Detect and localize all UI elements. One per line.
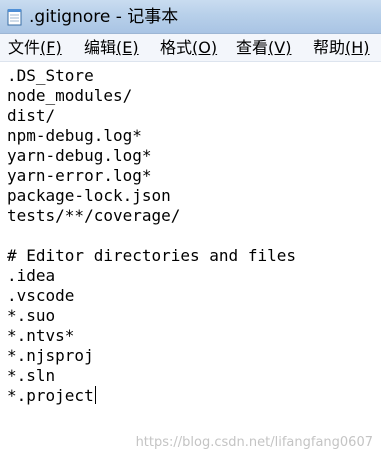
menu-help-label: 帮助 bbox=[313, 38, 346, 57]
editor-line: *.njsproj bbox=[7, 346, 94, 365]
menu-format-accel: (O) bbox=[192, 38, 218, 57]
menu-bar: 文件(F) 编辑(E) 格式(O) 查看(V) 帮助(H) bbox=[0, 34, 381, 62]
editor-line: *.suo bbox=[7, 306, 56, 325]
menu-view-label: 查看 bbox=[236, 38, 269, 57]
editor-line: node_modules/ bbox=[7, 86, 133, 105]
editor-line: .vscode bbox=[7, 286, 75, 305]
menu-view-accel: (V) bbox=[268, 38, 292, 57]
window-title: .gitignore - 记事本 bbox=[29, 7, 179, 27]
watermark: https://blog.csdn.net/lifangfang0607 bbox=[135, 435, 373, 450]
menu-help[interactable]: 帮助(H) bbox=[313, 37, 370, 59]
editor-line: yarn-debug.log* bbox=[7, 146, 152, 165]
menu-file[interactable]: 文件(F) bbox=[8, 37, 62, 59]
menu-help-accel: (H) bbox=[345, 38, 370, 57]
editor-line: dist/ bbox=[7, 106, 56, 125]
editor-line-text: *.project bbox=[7, 386, 94, 405]
menu-file-label: 文件 bbox=[8, 38, 41, 57]
text-editor[interactable]: .DS_Store node_modules/ dist/ npm-debug.… bbox=[0, 62, 381, 460]
menu-format-label: 格式 bbox=[160, 38, 193, 57]
title-bar[interactable]: .gitignore - 记事本 bbox=[0, 0, 381, 34]
editor-line: package-lock.json bbox=[7, 186, 171, 205]
menu-edit-label: 编辑 bbox=[84, 38, 117, 57]
editor-line: .idea bbox=[7, 266, 56, 285]
menu-format[interactable]: 格式(O) bbox=[160, 37, 217, 59]
notepad-icon bbox=[7, 9, 22, 26]
editor-line: yarn-error.log* bbox=[7, 166, 152, 185]
menu-edit[interactable]: 编辑(E) bbox=[84, 37, 139, 59]
menu-view[interactable]: 查看(V) bbox=[236, 37, 291, 59]
editor-line-last: *.project bbox=[7, 386, 96, 406]
editor-line: tests/**/coverage/ bbox=[7, 206, 181, 225]
editor-line: # Editor directories and files bbox=[7, 246, 296, 265]
editor-line: *.sln bbox=[7, 366, 56, 385]
editor-line: npm-debug.log* bbox=[7, 126, 142, 145]
menu-edit-accel: (E) bbox=[116, 38, 139, 57]
editor-line: *.ntvs* bbox=[7, 326, 75, 345]
text-caret bbox=[94, 386, 96, 404]
menu-file-accel: (F) bbox=[40, 38, 62, 57]
editor-line: .DS_Store bbox=[7, 66, 94, 85]
